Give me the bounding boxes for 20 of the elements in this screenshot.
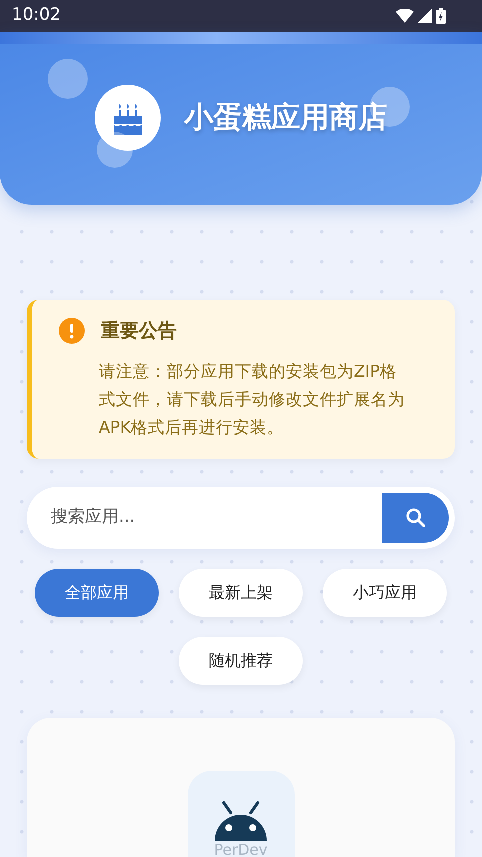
notice-text: 请注意：部分应用下载的安装包为ZIP格式文件，请下载后手动修改文件扩展名为APK格式后再进行安装。 <box>99 360 406 438</box>
filter-tab[interactable]: 全部应用 <box>35 568 159 616</box>
status-time: 10:02 <box>12 4 61 28</box>
app-title: 小蛋糕应用商店 <box>184 99 388 136</box>
search-field[interactable]: 搜索应用... <box>33 504 382 532</box>
signal-icon <box>418 9 432 23</box>
wifi-icon <box>396 9 414 23</box>
warning-icon <box>59 318 85 344</box>
search-icon <box>406 508 426 528</box>
icon-caption: PerDev <box>214 842 268 857</box>
bubble-decoration <box>97 132 133 168</box>
filter-tab[interactable]: 小巧应用 <box>323 568 447 616</box>
filter-tab[interactable]: 随机推荐 <box>179 636 303 684</box>
search-button[interactable] <box>382 492 449 542</box>
filter-tab[interactable]: 最新上架 <box>179 568 303 616</box>
notice-title: 重要公告 <box>101 319 177 344</box>
bubble-decoration <box>48 59 88 99</box>
battery-icon <box>436 8 446 24</box>
android-icon <box>214 800 268 840</box>
search-bar[interactable]: 搜索应用... <box>27 486 455 548</box>
